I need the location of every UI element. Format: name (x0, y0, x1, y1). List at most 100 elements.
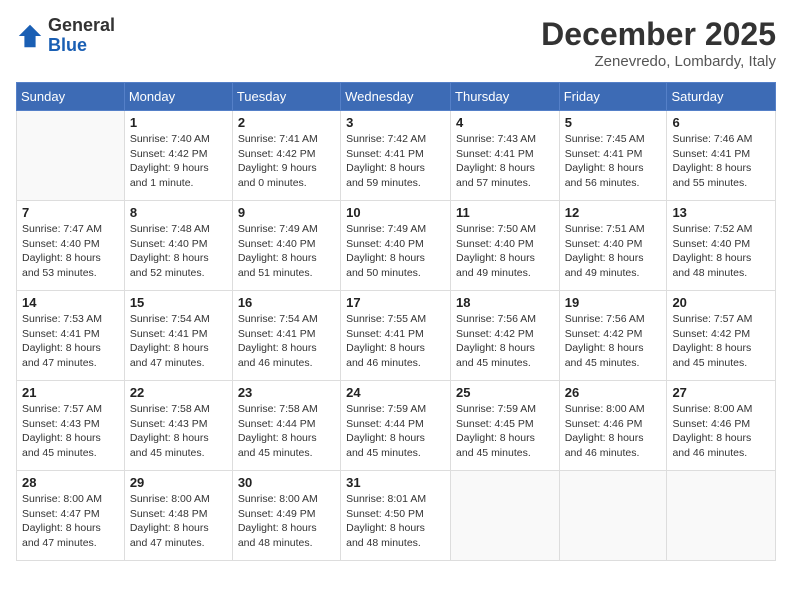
logo-blue-text: Blue (48, 36, 115, 56)
calendar-cell: 9 Sunrise: 7:49 AMSunset: 4:40 PMDaylight… (232, 201, 340, 291)
calendar-cell: 8 Sunrise: 7:48 AMSunset: 4:40 PMDaylight… (124, 201, 232, 291)
title-block: December 2025 Zenevredo, Lombardy, Italy (541, 16, 776, 70)
day-info: Sunrise: 7:58 AMSunset: 4:44 PMDaylight:… (238, 402, 335, 461)
calendar-cell: 6 Sunrise: 7:46 AMSunset: 4:41 PMDaylight… (667, 111, 776, 201)
day-info: Sunrise: 7:46 AMSunset: 4:41 PMDaylight:… (672, 132, 770, 191)
month-title: December 2025 (541, 16, 776, 53)
calendar-table: SundayMondayTuesdayWednesdayThursdayFrid… (16, 82, 776, 561)
page-header: General Blue December 2025 Zenevredo, Lo… (16, 16, 776, 70)
day-number: 16 (238, 295, 335, 310)
day-number: 4 (456, 115, 554, 130)
day-info: Sunrise: 7:49 AMSunset: 4:40 PMDaylight:… (346, 222, 445, 281)
calendar-cell: 23Sunrise: 7:58 AMSunset: 4:44 PMDayligh… (232, 381, 340, 471)
calendar-cell: 3 Sunrise: 7:42 AMSunset: 4:41 PMDaylight… (341, 111, 451, 201)
day-number: 7 (22, 205, 119, 220)
day-number: 6 (672, 115, 770, 130)
calendar-cell: 10 Sunrise: 7:49 AMSunset: 4:40 PMDayligh… (341, 201, 451, 291)
day-number: 28 (22, 475, 119, 490)
calendar-cell: 22 Sunrise: 7:58 AMSunset: 4:43 PMDayligh… (124, 381, 232, 471)
day-info: Sunrise: 7:53 AMSunset: 4:41 PMDaylight:… (22, 312, 119, 371)
calendar-cell: 1Sunrise: 7:40 AMSunset: 4:42 PMDaylight… (124, 111, 232, 201)
day-number: 22 (130, 385, 227, 400)
calendar-cell: 25 Sunrise: 7:59 AMSunset: 4:45 PMDayligh… (451, 381, 560, 471)
calendar-header-monday: Monday (124, 83, 232, 111)
day-info: Sunrise: 7:56 AMSunset: 4:42 PMDaylight:… (565, 312, 662, 371)
day-number: 14 (22, 295, 119, 310)
calendar-header-wednesday: Wednesday (341, 83, 451, 111)
day-info: Sunrise: 7:56 AMSunset: 4:42 PMDaylight:… (456, 312, 554, 371)
calendar-cell: 24 Sunrise: 7:59 AMSunset: 4:44 PMDayligh… (341, 381, 451, 471)
day-number: 24 (346, 385, 445, 400)
calendar-cell (559, 471, 667, 561)
day-info: Sunrise: 7:51 AMSunset: 4:40 PMDaylight:… (565, 222, 662, 281)
day-info: Sunrise: 7:54 AMSunset: 4:41 PMDaylight:… (130, 312, 227, 371)
day-number: 2 (238, 115, 335, 130)
day-number: 19 (565, 295, 662, 310)
day-info: Sunrise: 7:57 AMSunset: 4:43 PMDaylight:… (22, 402, 119, 461)
day-info: Sunrise: 8:00 AMSunset: 4:46 PMDaylight:… (565, 402, 662, 461)
day-number: 9 (238, 205, 335, 220)
logo: General Blue (16, 16, 115, 56)
day-info: Sunrise: 7:57 AMSunset: 4:42 PMDaylight:… (672, 312, 770, 371)
day-info: Sunrise: 7:58 AMSunset: 4:43 PMDaylight:… (130, 402, 227, 461)
day-number: 15 (130, 295, 227, 310)
calendar-header-tuesday: Tuesday (232, 83, 340, 111)
day-info: Sunrise: 7:45 AMSunset: 4:41 PMDaylight:… (565, 132, 662, 191)
day-info: Sunrise: 8:00 AMSunset: 4:48 PMDaylight:… (130, 492, 227, 551)
calendar-cell: 19 Sunrise: 7:56 AMSunset: 4:42 PMDayligh… (559, 291, 667, 381)
day-info: Sunrise: 7:48 AMSunset: 4:40 PMDaylight:… (130, 222, 227, 281)
calendar-cell: 11Sunrise: 7:50 AMSunset: 4:40 PMDayligh… (451, 201, 560, 291)
calendar-cell: 31Sunrise: 8:01 AMSunset: 4:50 PMDayligh… (341, 471, 451, 561)
calendar-week-4: 21Sunrise: 7:57 AMSunset: 4:43 PMDayligh… (17, 381, 776, 471)
location: Zenevredo, Lombardy, Italy (541, 53, 776, 70)
calendar-cell: 18Sunrise: 7:56 AMSunset: 4:42 PMDayligh… (451, 291, 560, 381)
calendar-week-2: 7 Sunrise: 7:47 AMSunset: 4:40 PMDaylight… (17, 201, 776, 291)
calendar-cell: 4 Sunrise: 7:43 AMSunset: 4:41 PMDaylight… (451, 111, 560, 201)
day-number: 25 (456, 385, 554, 400)
day-number: 13 (672, 205, 770, 220)
day-info: Sunrise: 7:59 AMSunset: 4:45 PMDaylight:… (456, 402, 554, 461)
calendar-week-1: 1Sunrise: 7:40 AMSunset: 4:42 PMDaylight… (17, 111, 776, 201)
day-number: 17 (346, 295, 445, 310)
calendar-cell: 27 Sunrise: 8:00 AMSunset: 4:46 PMDayligh… (667, 381, 776, 471)
calendar-header-friday: Friday (559, 83, 667, 111)
day-info: Sunrise: 7:42 AMSunset: 4:41 PMDaylight:… (346, 132, 445, 191)
calendar-header-sunday: Sunday (17, 83, 125, 111)
day-number: 29 (130, 475, 227, 490)
day-number: 26 (565, 385, 662, 400)
day-info: Sunrise: 7:49 AMSunset: 4:40 PMDaylight:… (238, 222, 335, 281)
day-info: Sunrise: 7:47 AMSunset: 4:40 PMDaylight:… (22, 222, 119, 281)
day-number: 30 (238, 475, 335, 490)
calendar-cell: 5 Sunrise: 7:45 AMSunset: 4:41 PMDaylight… (559, 111, 667, 201)
day-info: Sunrise: 8:00 AMSunset: 4:46 PMDaylight:… (672, 402, 770, 461)
day-info: Sunrise: 7:43 AMSunset: 4:41 PMDaylight:… (456, 132, 554, 191)
calendar-header-thursday: Thursday (451, 83, 560, 111)
calendar-cell (451, 471, 560, 561)
calendar-week-5: 28 Sunrise: 8:00 AMSunset: 4:47 PMDayligh… (17, 471, 776, 561)
day-number: 8 (130, 205, 227, 220)
day-info: Sunrise: 7:41 AMSunset: 4:42 PMDaylight:… (238, 132, 335, 191)
day-info: Sunrise: 7:52 AMSunset: 4:40 PMDaylight:… (672, 222, 770, 281)
calendar-cell: 16 Sunrise: 7:54 AMSunset: 4:41 PMDayligh… (232, 291, 340, 381)
day-number: 5 (565, 115, 662, 130)
calendar-week-3: 14 Sunrise: 7:53 AMSunset: 4:41 PMDayligh… (17, 291, 776, 381)
day-number: 20 (672, 295, 770, 310)
calendar-cell: 7 Sunrise: 7:47 AMSunset: 4:40 PMDaylight… (17, 201, 125, 291)
logo-text: General Blue (48, 16, 115, 56)
calendar-header-saturday: Saturday (667, 83, 776, 111)
calendar-cell: 13 Sunrise: 7:52 AMSunset: 4:40 PMDayligh… (667, 201, 776, 291)
day-number: 27 (672, 385, 770, 400)
day-number: 12 (565, 205, 662, 220)
calendar-cell: 15 Sunrise: 7:54 AMSunset: 4:41 PMDayligh… (124, 291, 232, 381)
logo-general-text: General (48, 16, 115, 36)
day-info: Sunrise: 7:59 AMSunset: 4:44 PMDaylight:… (346, 402, 445, 461)
day-number: 31 (346, 475, 445, 490)
calendar-cell: 2 Sunrise: 7:41 AMSunset: 4:42 PMDaylight… (232, 111, 340, 201)
calendar-cell: 21Sunrise: 7:57 AMSunset: 4:43 PMDayligh… (17, 381, 125, 471)
day-number: 10 (346, 205, 445, 220)
day-number: 3 (346, 115, 445, 130)
calendar-cell: 17Sunrise: 7:55 AMSunset: 4:41 PMDayligh… (341, 291, 451, 381)
day-info: Sunrise: 8:00 AMSunset: 4:47 PMDaylight:… (22, 492, 119, 551)
calendar-cell: 20 Sunrise: 7:57 AMSunset: 4:42 PMDayligh… (667, 291, 776, 381)
day-info: Sunrise: 7:54 AMSunset: 4:41 PMDaylight:… (238, 312, 335, 371)
